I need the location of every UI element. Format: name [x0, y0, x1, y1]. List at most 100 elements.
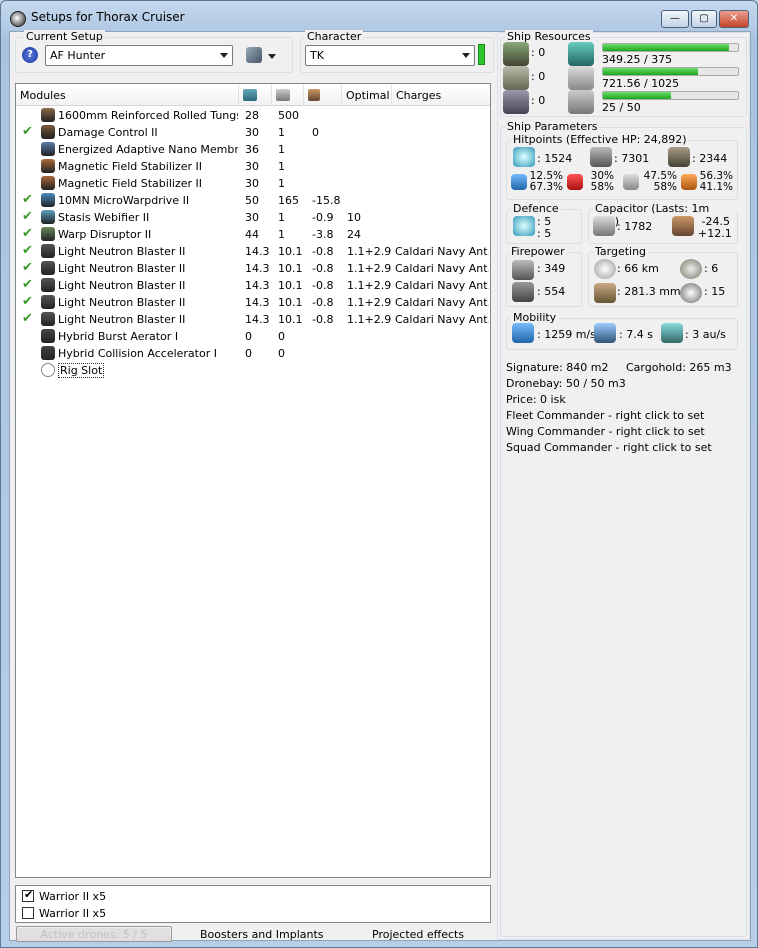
tab-boosters-implants[interactable]: Boosters and Implants	[200, 928, 324, 944]
module-name: Stasis Webifier II	[58, 211, 150, 224]
em-armor-resist: 67.3%	[529, 181, 563, 193]
column-header-cpu[interactable]	[239, 84, 272, 106]
active-drones-label: Active drones: 5 / 5	[40, 928, 148, 941]
module-row[interactable]: ✔ Light Neutron Blaster II 14.3 10.1 -0.8 1.1…	[16, 277, 490, 294]
module-charges: Caldari Navy Ant...	[395, 262, 489, 275]
column-header-powergrid[interactable]	[272, 84, 304, 106]
module-name: Energized Adaptive Nano Membran...	[58, 143, 238, 156]
module-enabled-checkmark-icon[interactable]: ✔	[22, 311, 33, 326]
max-velocity-value: : 1259 m/s	[537, 328, 596, 341]
module-enabled-checkmark-icon[interactable]: ✔	[22, 260, 33, 275]
squad-commander-text[interactable]: Squad Commander - right click to set	[506, 441, 712, 454]
module-row[interactable]: ✔ Light Neutron Blaster II 14.3 10.1 -0.8 1.1…	[16, 260, 490, 277]
module-charges: Caldari Navy Ant...	[395, 279, 489, 292]
module-row[interactable]: Energized Adaptive Nano Membran... 36 1	[16, 141, 490, 158]
targeting-range-value: : 66 km	[617, 262, 659, 275]
module-enabled-checkmark-icon[interactable]: ✔	[22, 124, 33, 139]
module-optimal: 1.1+2.9	[347, 279, 392, 292]
volley-icon	[512, 282, 534, 302]
minimize-button[interactable]: —	[661, 10, 689, 28]
module-row[interactable]: Magnetic Field Stabilizer II 30 1	[16, 158, 490, 175]
fleet-commander-text[interactable]: Fleet Commander - right click to set	[506, 409, 704, 422]
tab-active-drones[interactable]: Active drones: 5 / 5	[16, 926, 172, 942]
module-row[interactable]: ✔ Light Neutron Blaster II 14.3 10.1 -0.8 1.1…	[16, 294, 490, 311]
module-enabled-checkmark-icon[interactable]: ✔	[22, 294, 33, 309]
module-cpu: 44	[245, 228, 259, 241]
explosive-resist-icon	[681, 174, 697, 190]
module-row[interactable]: ✔ Stasis Webifier II 30 1 -0.9 10	[16, 209, 490, 226]
powergrid-value: 721.56 / 1025	[602, 77, 680, 90]
capacitor-icon	[593, 216, 615, 236]
module-row[interactable]: Magnetic Field Stabilizer II 30 1	[16, 175, 490, 192]
column-header-modules[interactable]: Modules	[16, 84, 239, 106]
module-row[interactable]: ✔ Damage Control II 30 1 0	[16, 124, 490, 141]
wing-commander-text[interactable]: Wing Commander - right click to set	[506, 425, 705, 438]
module-cap: -0.8	[312, 296, 334, 309]
character-label: Character	[305, 30, 364, 43]
module-row[interactable]: Rig Slot	[16, 362, 490, 379]
ship-menu-chevron-icon[interactable]	[268, 54, 276, 59]
module-row[interactable]: ✔ Light Neutron Blaster II 14.3 10.1 -0.8 1.1…	[16, 311, 490, 328]
ship-menu-icon[interactable]	[246, 47, 262, 63]
turret-hardpoints-value: : 0	[531, 46, 546, 59]
drone-checkbox-1[interactable]: ✔	[22, 888, 34, 902]
module-optimal: 1.1+2.9	[347, 262, 392, 275]
module-icon	[41, 159, 55, 173]
module-enabled-checkmark-icon[interactable]: ✔	[22, 192, 33, 207]
module-cpu: 30	[245, 126, 259, 139]
sensor-strength-value: : 15	[704, 285, 726, 298]
module-icon	[41, 125, 55, 139]
setup-select[interactable]: AF Hunter	[45, 45, 233, 66]
column-header-capacitor[interactable]	[304, 84, 342, 106]
close-button[interactable]: ✕	[719, 10, 749, 28]
explosive-armor-resist: 41.1%	[699, 181, 733, 193]
drone-checkbox-2[interactable]	[22, 907, 34, 919]
dronebay-text: Dronebay: 50 / 50 m3	[506, 377, 626, 390]
hitpoints-label: Hitpoints (Effective HP: 24,892)	[511, 133, 689, 146]
thermal-armor-resist: 58%	[590, 181, 614, 193]
warp-speed-icon	[661, 323, 683, 343]
module-charges: Caldari Navy Ant...	[395, 245, 489, 258]
modules-list[interactable]: Modules Optimal Charges 1600mm Reinforce…	[15, 83, 491, 878]
module-icon	[41, 244, 55, 258]
module-pg: 1	[278, 143, 285, 156]
drone-label-1: Warrior II x5	[39, 890, 107, 903]
module-cap: 0	[312, 126, 319, 139]
module-name: Light Neutron Blaster II	[58, 313, 186, 326]
drones-list[interactable]: ✔ Warrior II x5 Warrior II x5	[15, 885, 491, 923]
powergrid-bar-fill	[603, 68, 698, 75]
module-row[interactable]: ✔ Light Neutron Blaster II 14.3 10.1 -0.8 1.1…	[16, 243, 490, 260]
help-icon[interactable]: ?	[22, 47, 38, 63]
module-name: Light Neutron Blaster II	[58, 245, 186, 258]
setup-select-value: AF Hunter	[50, 49, 106, 62]
module-enabled-checkmark-icon[interactable]: ✔	[22, 277, 33, 292]
max-targets-value: : 6	[704, 262, 719, 275]
column-header-charges[interactable]: Charges	[392, 84, 490, 106]
current-setup-label: Current Setup	[24, 30, 105, 43]
maximize-button[interactable]: ▢	[691, 10, 717, 28]
shield-icon	[513, 147, 535, 167]
module-cpu: 28	[245, 109, 259, 122]
module-row[interactable]: Hybrid Collision Accelerator I 0 0	[16, 345, 490, 362]
tab-projected-effects[interactable]: Projected effects	[372, 928, 464, 944]
module-pg: 1	[278, 228, 285, 241]
module-cap: -0.8	[312, 245, 334, 258]
scan-resolution-icon	[594, 283, 616, 303]
module-icon	[41, 278, 55, 292]
max-targets-icon	[680, 259, 702, 279]
warp-speed-value: : 3 au/s	[685, 328, 726, 341]
module-icon	[41, 193, 55, 207]
module-enabled-checkmark-icon[interactable]: ✔	[22, 209, 33, 224]
align-time-value: : 7.4 s	[619, 328, 653, 341]
module-row[interactable]: ✔ Warp Disruptor II 44 1 -3.8 24	[16, 226, 490, 243]
module-row[interactable]: ✔ 10MN MicroWarpdrive II 50 165 -15.8	[16, 192, 490, 209]
kinetic-armor-resist: 58%	[653, 181, 677, 193]
module-cap: -0.9	[312, 211, 334, 224]
character-select[interactable]: TK	[305, 45, 475, 66]
module-row[interactable]: Hybrid Burst Aerator I 0 0	[16, 328, 490, 345]
cpu-value: 349.25 / 375	[602, 53, 673, 66]
module-enabled-checkmark-icon[interactable]: ✔	[22, 226, 33, 241]
column-header-optimal[interactable]: Optimal	[342, 84, 392, 106]
module-row[interactable]: 1600mm Reinforced Rolled Tungste... 28 500	[16, 107, 490, 124]
module-enabled-checkmark-icon[interactable]: ✔	[22, 243, 33, 258]
